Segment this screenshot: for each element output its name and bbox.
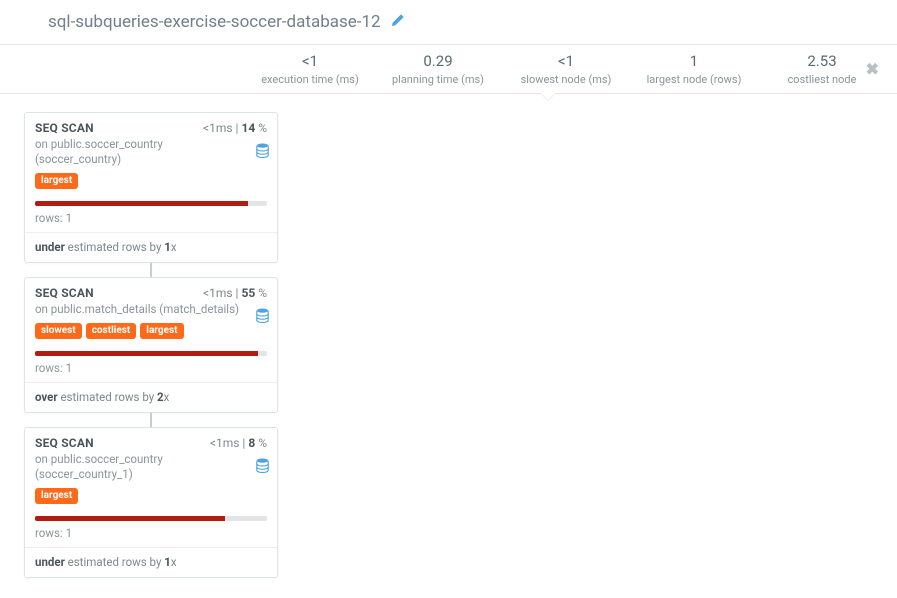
node-relation: on public.soccer_country (soccer_country… (35, 137, 267, 167)
node-timing: <1ms | 8 % (210, 436, 267, 450)
badges: largest (35, 488, 267, 504)
stat-value: <1 (516, 51, 616, 72)
est-mid: estimated rows by (65, 555, 164, 569)
badge-largest: largest (35, 488, 78, 504)
node-time: <1 (203, 286, 216, 300)
node-timing: <1ms | 14 % (203, 121, 267, 135)
stats-pointer-icon (540, 93, 556, 101)
est-mid: estimated rows by (58, 390, 157, 404)
node-type: SEQ SCAN (35, 121, 94, 135)
page-title: sql-subqueries-exercise-soccer-database-… (48, 12, 381, 32)
close-icon[interactable]: ✖ (866, 60, 879, 79)
est-dir: over (35, 390, 58, 404)
plan-node-wrap: SEQ SCAN <1ms | 55 % on public.match_det… (24, 277, 897, 413)
node-relation: on public.match_details (match_details) (35, 302, 267, 317)
stat-label: costliest node (772, 72, 872, 87)
plan-node[interactable]: SEQ SCAN <1ms | 14 % on public.soccer_co… (24, 112, 278, 263)
connector-line (24, 263, 278, 277)
est-x: 2 (157, 390, 164, 404)
node-type: SEQ SCAN (35, 286, 94, 300)
rows-line: rows: 1 (25, 356, 277, 382)
est-x: 1 (164, 240, 171, 254)
on-prefix: on (35, 302, 51, 316)
stat-value: 2.53 (772, 51, 872, 72)
rows-label: rows: (35, 211, 66, 225)
rows-value: 1 (66, 361, 72, 375)
rows-label: rows: (35, 361, 66, 375)
rows-value: 1 (66, 211, 72, 225)
badge-slowest: slowest (35, 323, 82, 339)
node-type: SEQ SCAN (35, 436, 94, 450)
est-suffix: x (171, 240, 177, 254)
badge-costliest: costliest (86, 323, 137, 339)
node-relation: on public.soccer_country (soccer_country… (35, 452, 267, 482)
edit-icon[interactable] (391, 12, 405, 32)
stat-label: planning time (ms) (388, 72, 488, 87)
database-icon (256, 143, 269, 161)
stat-value: <1 (260, 51, 360, 72)
badge-largest: largest (35, 173, 78, 189)
est-suffix: x (171, 555, 177, 569)
est-suffix: x (164, 390, 170, 404)
on-prefix: on (35, 452, 51, 466)
node-time-unit: ms (223, 436, 240, 450)
estimate-line: under estimated rows by 1x (25, 232, 277, 262)
rows-value: 1 (66, 526, 72, 540)
badges: largest (35, 173, 267, 189)
node-pct: 8 (248, 436, 255, 450)
stat-execution-time: <1 execution time (ms) (260, 51, 360, 87)
node-time: <1 (203, 121, 216, 135)
on-target: public.soccer_country (soccer_country_1) (35, 452, 163, 481)
stat-largest-node: 1 largest node (rows) (644, 51, 744, 87)
rows-line: rows: 1 (25, 206, 277, 232)
node-header: SEQ SCAN <1ms | 8 % on public.soccer_cou… (25, 428, 277, 508)
stat-slowest-node: <1 slowest node (ms) (516, 51, 616, 87)
rows-line: rows: 1 (25, 521, 277, 547)
node-timing: <1ms | 55 % (203, 286, 267, 300)
stat-planning-time: 0.29 planning time (ms) (388, 51, 488, 87)
est-dir: under (35, 555, 65, 569)
title-row: sql-subqueries-exercise-soccer-database-… (0, 0, 897, 38)
page-root: sql-subqueries-exercise-soccer-database-… (0, 0, 897, 598)
stat-label: largest node (rows) (644, 72, 744, 87)
est-x: 1 (164, 555, 171, 569)
badges: slowest costliest largest (35, 323, 267, 339)
node-header: SEQ SCAN <1ms | 55 % on public.match_det… (25, 278, 277, 343)
database-icon (256, 308, 269, 326)
stat-costliest-node: 2.53 costliest node (772, 51, 872, 87)
stat-value: 0.29 (388, 51, 488, 72)
node-title-row: SEQ SCAN <1ms | 14 % (35, 121, 267, 135)
estimate-line: under estimated rows by 1x (25, 547, 277, 577)
on-target: public.soccer_country (soccer_country) (35, 137, 163, 166)
connector-line (24, 413, 278, 427)
stats-bar: <1 execution time (ms) 0.29 planning tim… (0, 44, 897, 94)
badge-largest: largest (140, 323, 183, 339)
stat-value: 1 (644, 51, 744, 72)
stat-label: execution time (ms) (260, 72, 360, 87)
node-pct: 55 (241, 286, 255, 300)
stat-label: slowest node (ms) (516, 72, 616, 87)
plan-node[interactable]: SEQ SCAN <1ms | 8 % on public.soccer_cou… (24, 427, 278, 578)
node-title-row: SEQ SCAN <1ms | 55 % (35, 286, 267, 300)
plan-tree: SEQ SCAN <1ms | 14 % on public.soccer_co… (0, 94, 897, 578)
node-header: SEQ SCAN <1ms | 14 % on public.soccer_co… (25, 113, 277, 193)
node-time-unit: ms (216, 121, 233, 135)
plan-node-wrap: SEQ SCAN <1ms | 8 % on public.soccer_cou… (24, 427, 897, 578)
node-pct: 14 (241, 121, 255, 135)
node-title-row: SEQ SCAN <1ms | 8 % (35, 436, 267, 450)
stats-inner: <1 execution time (ms) 0.29 planning tim… (260, 51, 872, 87)
node-time-unit: ms (216, 286, 233, 300)
database-icon (256, 458, 269, 476)
plan-node[interactable]: SEQ SCAN <1ms | 55 % on public.match_det… (24, 277, 278, 413)
est-dir: under (35, 240, 65, 254)
estimate-line: over estimated rows by 2x (25, 382, 277, 412)
plan-node-wrap: SEQ SCAN <1ms | 14 % on public.soccer_co… (24, 112, 897, 263)
node-time: <1 (210, 436, 223, 450)
est-mid: estimated rows by (65, 240, 164, 254)
rows-label: rows: (35, 526, 66, 540)
on-prefix: on (35, 137, 51, 151)
on-target: public.match_details (match_details) (51, 302, 239, 316)
